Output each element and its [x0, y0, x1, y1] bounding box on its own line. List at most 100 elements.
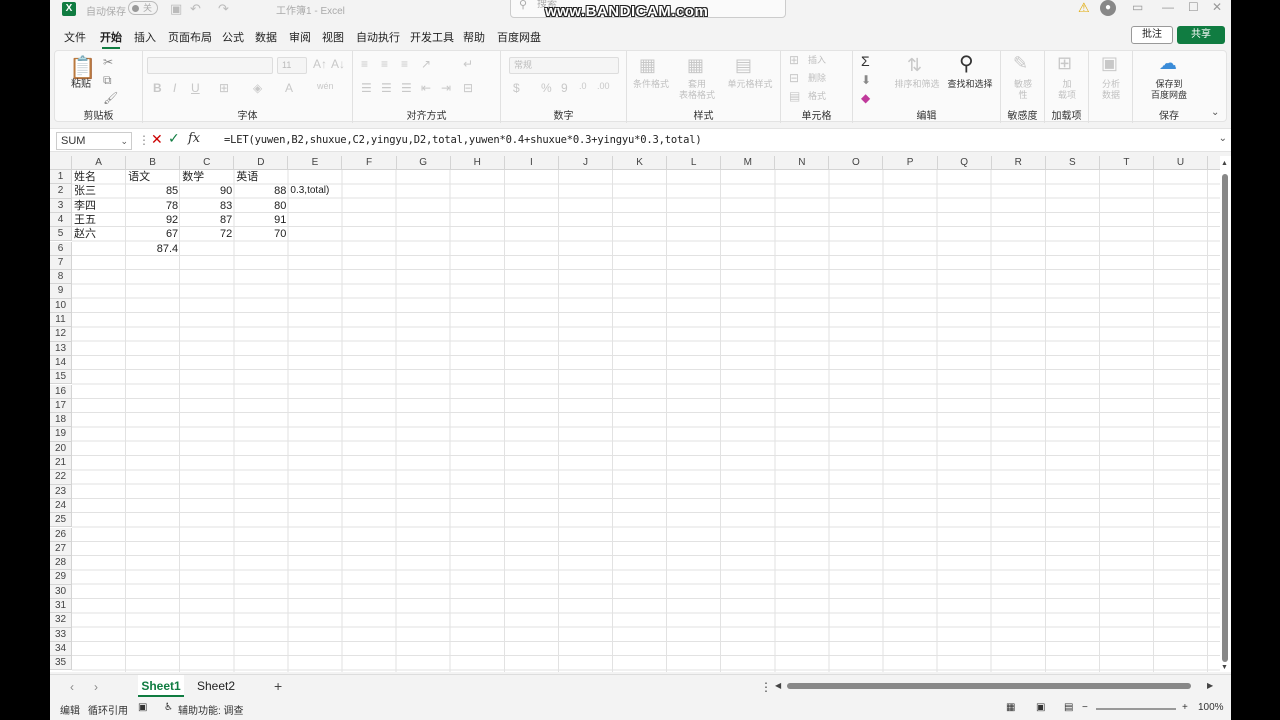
find-select-icon[interactable]: ⚲ [959, 51, 974, 76]
row-header[interactable]: 10 [50, 298, 72, 313]
horizontal-scroll-thumb[interactable] [787, 683, 1191, 689]
cell-c2[interactable]: 90 [180, 184, 234, 198]
row-header[interactable]: 28 [50, 556, 72, 571]
baidu-cloud-icon[interactable]: ☁ [1159, 53, 1177, 74]
number-format-combo[interactable]: 常规 [509, 57, 619, 74]
next-sheet-icon[interactable]: › [94, 680, 98, 694]
row-header[interactable]: 33 [50, 627, 72, 642]
increase-indent-icon[interactable]: ⇥ [441, 81, 451, 95]
tab-automate[interactable]: 自动执行 [356, 29, 400, 45]
delete-cells-icon[interactable]: ⊟ [789, 71, 799, 85]
vertical-scroll-thumb[interactable] [1222, 174, 1228, 662]
cell-styles-icon[interactable]: ▤ [735, 55, 752, 76]
zoom-in-icon[interactable]: + [1182, 702, 1188, 713]
wrap-text-icon[interactable]: ↵ [463, 57, 473, 71]
maximize-icon[interactable]: ☐ [1188, 0, 1199, 14]
copy-icon[interactable]: ⧉ [103, 73, 112, 88]
scroll-up-icon[interactable]: ▲ [1221, 160, 1228, 167]
bold-icon[interactable]: B [153, 81, 162, 95]
font-size-combo[interactable]: 11 [277, 57, 307, 74]
row-header[interactable]: 22 [50, 470, 72, 485]
accessibility-status[interactable]: 辅助功能: 调查 [178, 702, 244, 717]
percent-icon[interactable]: % [541, 81, 552, 95]
sheet-tab-sheet2[interactable]: Sheet2 [190, 675, 242, 697]
row-header[interactable]: 30 [50, 584, 72, 599]
addins-icon[interactable]: ⊞ [1057, 53, 1072, 74]
delete-cells-label[interactable]: 删除 [805, 73, 829, 84]
row-header[interactable]: 7 [50, 255, 72, 271]
zoom-out-icon[interactable]: − [1082, 702, 1088, 713]
row-header[interactable]: 6 [50, 241, 72, 256]
horizontal-scrollbar[interactable]: ◀ ▶ [775, 681, 1215, 691]
column-header[interactable]: O [829, 156, 884, 170]
tab-developer[interactable]: 开发工具 [410, 29, 454, 45]
tab-help[interactable]: 帮助 [463, 29, 485, 45]
format-as-table-icon[interactable]: ▦ [687, 55, 704, 76]
name-box[interactable]: SUM ⌄ [56, 132, 132, 150]
circular-reference-status[interactable]: 循环引用 [88, 702, 128, 717]
cell-d4[interactable]: 91 [234, 213, 288, 227]
font-color-icon[interactable]: A [285, 81, 293, 95]
clear-icon[interactable]: ◆ [861, 91, 870, 105]
page-layout-view-icon[interactable]: ▣ [1036, 702, 1045, 713]
currency-icon[interactable]: $ [513, 81, 520, 95]
row-header[interactable]: 4 [50, 212, 72, 228]
scroll-left-icon[interactable]: ◀ [775, 681, 781, 690]
decrease-indent-icon[interactable]: ⇤ [421, 81, 431, 95]
cell-b2[interactable]: 85 [126, 184, 180, 198]
align-middle-icon[interactable]: ≡ [381, 57, 388, 71]
column-header[interactable]: U [1154, 156, 1209, 170]
analyze-data-icon[interactable]: ▣ [1101, 53, 1118, 74]
column-header[interactable]: G [397, 156, 451, 170]
row-header[interactable]: 11 [50, 313, 72, 328]
column-header[interactable]: K [613, 156, 668, 170]
format-painter-icon[interactable]: 🖌 [103, 91, 118, 105]
column-header[interactable]: P [884, 156, 938, 170]
column-header[interactable]: Q [938, 156, 992, 170]
autosave-toggle[interactable]: 关 [128, 1, 158, 15]
row-header[interactable]: 32 [50, 613, 72, 628]
save-icon[interactable]: ▣ [170, 1, 182, 17]
phonetic-icon[interactable]: wén [317, 81, 334, 91]
page-break-view-icon[interactable]: ▤ [1064, 702, 1073, 713]
row-header[interactable]: 23 [50, 484, 72, 499]
row-header[interactable]: 5 [50, 227, 72, 242]
font-name-combo[interactable] [147, 57, 273, 74]
cell-b4[interactable]: 92 [126, 213, 180, 227]
enter-icon[interactable]: ✓ [168, 130, 180, 147]
row-header[interactable]: 13 [50, 341, 72, 356]
cell-a1[interactable]: 姓名 [72, 170, 126, 184]
expand-formula-icon[interactable]: ⌄ [1219, 133, 1227, 144]
prev-sheet-icon[interactable]: ‹ [70, 680, 74, 694]
add-sheet-icon[interactable]: + [274, 678, 282, 694]
close-icon[interactable]: ✕ [1212, 0, 1222, 14]
row-header[interactable]: 24 [50, 498, 72, 514]
grow-font-icon[interactable]: A↑ [313, 57, 327, 71]
column-header[interactable]: D [234, 156, 289, 170]
orientation-icon[interactable]: ↗ [421, 57, 431, 71]
column-header[interactable]: J [559, 156, 613, 170]
row-header[interactable]: 34 [50, 641, 72, 657]
row-header[interactable]: 8 [50, 270, 72, 285]
row-header[interactable]: 35 [50, 656, 72, 671]
comma-icon[interactable]: 9 [561, 81, 568, 95]
row-header[interactable]: 18 [50, 413, 72, 428]
minimize-icon[interactable]: — [1162, 0, 1174, 14]
row-header[interactable]: 3 [50, 198, 72, 213]
column-header[interactable]: A [72, 156, 127, 170]
row-header[interactable]: 21 [50, 456, 72, 471]
align-top-icon[interactable]: ≡ [361, 57, 368, 71]
column-header[interactable]: M [721, 156, 776, 170]
column-header[interactable]: E [288, 156, 343, 170]
cell-a3[interactable]: 李四 [72, 199, 126, 213]
fill-color-icon[interactable]: ◈ [253, 81, 262, 95]
row-header[interactable]: 14 [50, 355, 72, 371]
autosum-icon[interactable]: Σ [861, 53, 870, 69]
row-header[interactable]: 27 [50, 541, 72, 557]
insert-cells-icon[interactable]: ⊞ [789, 53, 799, 67]
cell-b1[interactable]: 语文 [126, 170, 180, 184]
row-header[interactable]: 2 [50, 184, 72, 199]
insert-function-icon[interactable]: fx [188, 131, 200, 146]
scroll-right-icon[interactable]: ▶ [1207, 681, 1213, 690]
macro-record-icon[interactable]: ▣ [138, 702, 147, 713]
